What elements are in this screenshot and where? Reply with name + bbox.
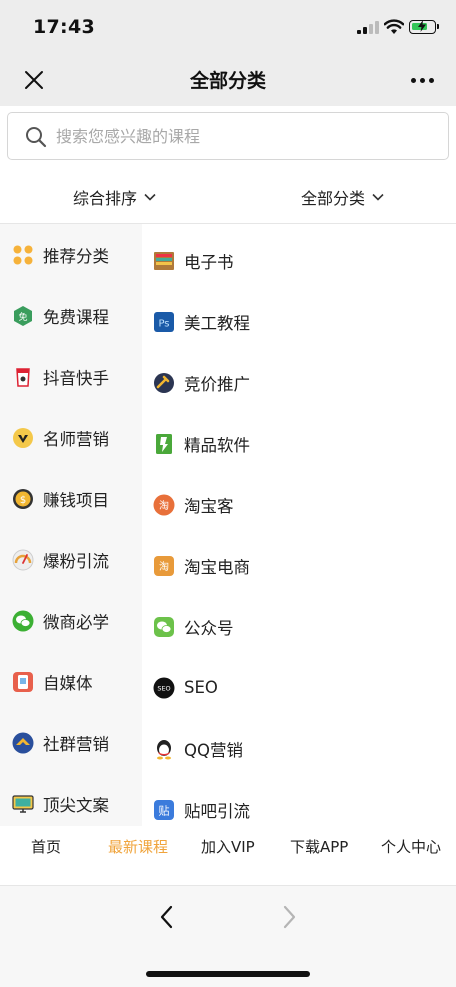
taobao-icon: 淘 <box>154 555 174 576</box>
category-item-money[interactable]: $ 赚钱项目 <box>0 468 142 529</box>
sort-dropdown[interactable]: 综合排序 <box>73 185 157 209</box>
tab-join-vip[interactable]: 加入VIP <box>201 836 255 857</box>
more-dots-icon[interactable] <box>408 70 436 90</box>
category-item-douyin[interactable]: 抖音快手 <box>0 346 142 407</box>
category-label: 社群营销 <box>43 734 109 754</box>
svg-text:$: $ <box>20 495 26 506</box>
tab-latest-courses[interactable]: 最新课程 <box>108 836 168 857</box>
software-icon <box>156 433 172 454</box>
subcategory-item-official-account[interactable]: 公众号 <box>142 596 456 657</box>
status-time: 17:43 <box>33 16 95 38</box>
svg-text:SEO: SEO <box>157 684 170 692</box>
subcategory-label: 竞价推广 <box>184 374 250 394</box>
search-box[interactable] <box>7 112 449 160</box>
free-icon: 免 <box>14 305 32 326</box>
official-account-icon <box>154 616 174 637</box>
subcategory-label: QQ营销 <box>184 740 243 760</box>
category-label: 全部分类 <box>301 189 366 208</box>
category-label: 自媒体 <box>43 673 93 693</box>
community-icon <box>12 732 34 753</box>
wifi-icon <box>384 19 404 34</box>
category-item-teacher[interactable]: 名师营销 <box>0 407 142 468</box>
search-input[interactable] <box>56 121 436 151</box>
subcategory-item-ebook[interactable]: 电子书 <box>142 230 456 291</box>
teacher-icon <box>13 427 33 448</box>
bottom-tab-bar: 首页 最新课程 加入VIP 下载APP 个人中心 <box>0 826 456 886</box>
subcategory-item-software[interactable]: 精品软件 <box>142 413 456 474</box>
nav-bar: 全部分类 <box>0 54 456 106</box>
subcategory-item-seo[interactable]: SEO SEO <box>142 657 456 718</box>
sort-label: 综合排序 <box>73 189 138 208</box>
category-item-recommend[interactable]: 推荐分类 <box>0 224 142 285</box>
page-title: 全部分类 <box>189 70 266 92</box>
category-item-wechat[interactable]: 微商必学 <box>0 590 142 651</box>
home-indicator[interactable] <box>146 971 310 977</box>
chevron-down-icon <box>372 193 384 201</box>
svg-text:贴: 贴 <box>159 803 170 817</box>
ebook-icon <box>154 251 174 270</box>
search-section <box>0 106 456 168</box>
category-item-media[interactable]: 自媒体 <box>0 651 142 712</box>
subcategory-label: 淘宝电商 <box>184 557 250 577</box>
subcategory-label: 电子书 <box>184 252 234 272</box>
money-icon: $ <box>13 488 33 509</box>
subcategory-list: 电子书 Ps 美工教程 竞价推广 精品软件 淘 淘宝客 淘 淘宝电商 公众号 S… <box>142 224 456 838</box>
subcategory-label: 精品软件 <box>184 435 250 455</box>
seo-icon: SEO <box>153 677 175 698</box>
svg-text:免: 免 <box>18 311 27 323</box>
forward-arrow-icon[interactable] <box>277 903 301 931</box>
tab-home[interactable]: 首页 <box>31 836 61 857</box>
battery-icon <box>409 20 439 34</box>
media-icon <box>13 671 33 692</box>
subcategory-item-bid[interactable]: 竞价推广 <box>142 352 456 413</box>
cellular-signal-icon <box>357 21 379 34</box>
chevron-down-icon <box>144 193 156 201</box>
subcategory-label: SEO <box>184 678 218 697</box>
qq-icon <box>157 739 171 759</box>
subcategory-label: 贴吧引流 <box>184 801 250 821</box>
category-label: 名师营销 <box>43 429 109 449</box>
photoshop-icon: Ps <box>154 311 174 332</box>
category-label: 赚钱项目 <box>43 490 109 510</box>
category-item-gauge[interactable]: 爆粉引流 <box>0 529 142 590</box>
douyin-icon <box>16 367 30 387</box>
subcategory-item-qq[interactable]: QQ营销 <box>142 718 456 779</box>
bid-icon <box>154 372 174 393</box>
search-icon <box>26 127 47 148</box>
taobaoke-icon: 淘 <box>153 494 175 515</box>
recommend-icon <box>13 245 33 264</box>
status-bar: 17:43 <box>0 0 456 54</box>
subcategory-item-taobaoke[interactable]: 淘 淘宝客 <box>142 474 456 535</box>
category-label: 抖音快手 <box>43 368 109 388</box>
gauge-icon <box>12 549 34 570</box>
browser-toolbar <box>0 886 456 987</box>
subcategory-label: 美工教程 <box>184 313 250 333</box>
subcategory-label: 公众号 <box>184 618 234 638</box>
category-item-community[interactable]: 社群营销 <box>0 712 142 773</box>
category-content: 推荐分类 免 免费课程 抖音快手 名师营销 $ 赚钱项目 爆粉引流 微商必学 自… <box>0 224 456 838</box>
monitor-icon <box>12 794 34 813</box>
svg-text:淘: 淘 <box>159 499 169 512</box>
category-label: 微商必学 <box>43 612 109 632</box>
category-sidebar: 推荐分类 免 免费课程 抖音快手 名师营销 $ 赚钱项目 爆粉引流 微商必学 自… <box>0 224 142 838</box>
tieba-icon: 贴 <box>154 799 174 820</box>
back-arrow-icon[interactable] <box>155 903 179 931</box>
filter-bar: 综合排序 全部分类 <box>0 168 456 224</box>
subcategory-item-taobao[interactable]: 淘 淘宝电商 <box>142 535 456 596</box>
category-dropdown[interactable]: 全部分类 <box>301 185 385 209</box>
subcategory-item-photoshop[interactable]: Ps 美工教程 <box>142 291 456 352</box>
tab-profile[interactable]: 个人中心 <box>381 836 441 857</box>
category-label: 爆粉引流 <box>43 551 109 571</box>
category-label: 推荐分类 <box>43 246 109 266</box>
svg-text:淘: 淘 <box>159 560 169 573</box>
wechat-icon <box>12 610 34 631</box>
category-label: 顶尖文案 <box>43 795 109 815</box>
category-item-free[interactable]: 免 免费课程 <box>0 285 142 346</box>
category-label: 免费课程 <box>43 307 109 327</box>
subcategory-label: 淘宝客 <box>184 496 234 516</box>
svg-text:Ps: Ps <box>158 318 169 329</box>
category-item-copywriting[interactable]: 顶尖文案 <box>0 773 142 834</box>
tab-download-app[interactable]: 下载APP <box>290 836 348 857</box>
